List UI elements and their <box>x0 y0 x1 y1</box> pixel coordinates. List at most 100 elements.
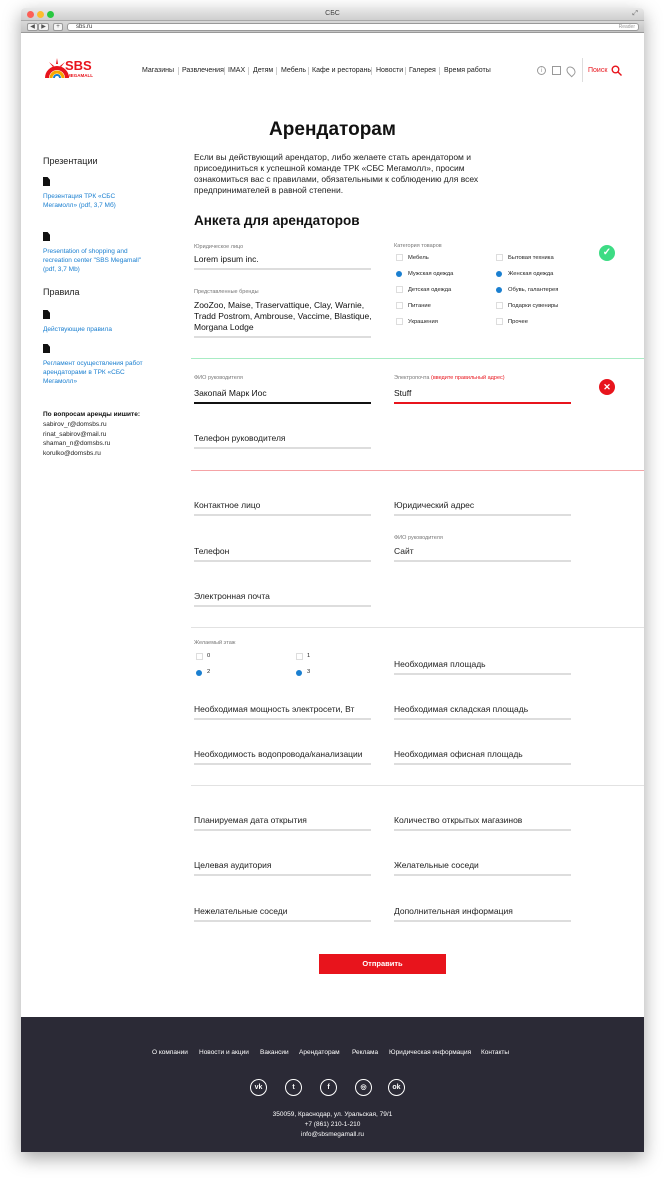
nav-item-imax[interactable]: IMAX <box>228 67 245 74</box>
director-input[interactable]: Закопай Марк Иос <box>194 388 267 399</box>
nav-item-hours[interactable]: Время работы <box>444 67 491 74</box>
rules-heading: Правила <box>43 287 80 297</box>
category-label: Обувь, галантерея <box>508 287 559 293</box>
footer-link-about[interactable]: О компании <box>152 1049 188 1056</box>
contact-person-input[interactable]: Контактное лицо <box>194 500 260 510</box>
nav-item-cafes[interactable]: Кафе и рестораны <box>312 67 372 74</box>
footer: О компании Новости и акции Вакансии Арен… <box>21 1017 644 1152</box>
water-input[interactable]: Необходимость водопровода/канализации <box>194 749 363 759</box>
category-checkbox-checked[interactable] <box>396 271 402 277</box>
presentation-link-ru[interactable]: Презентация ТРК «СБС Мегамолл» (pdf, 3,7… <box>43 192 138 210</box>
browser-toolbar: ◀ ▶ + sbs.ru Reader <box>21 21 644 33</box>
site-input[interactable]: Сайт <box>394 546 414 556</box>
category-checkbox[interactable] <box>396 302 403 309</box>
floor-option-label: 2 <box>207 669 211 675</box>
category-checkbox[interactable] <box>496 318 503 325</box>
category-checkbox[interactable] <box>396 318 403 325</box>
category-checkbox[interactable] <box>396 254 403 261</box>
form-title: Анкета для арендаторов <box>194 213 360 228</box>
document-icon <box>43 344 50 353</box>
instagram-icon[interactable]: ◎ <box>355 1079 372 1096</box>
email-link[interactable]: shaman_n@domsbs.ru <box>43 439 110 449</box>
storage-area-input[interactable]: Необходимая складская площадь <box>394 704 528 714</box>
additional-info-input[interactable]: Дополнительная информация <box>394 906 513 916</box>
phone-input[interactable]: Телефон <box>194 546 229 556</box>
area-input[interactable]: Необходимая площадь <box>394 659 486 669</box>
open-date-input[interactable]: Планируемая дата открытия <box>194 815 307 825</box>
reader-button[interactable]: Reader <box>619 24 635 31</box>
document-icon <box>43 232 50 241</box>
nav-item-kids[interactable]: Детям <box>253 67 273 74</box>
map-pin-icon[interactable] <box>564 64 578 78</box>
footer-email[interactable]: info@sbsmegamall.ru <box>21 1131 644 1138</box>
footer-link-contacts[interactable]: Контакты <box>481 1049 509 1056</box>
new-tab-button[interactable]: + <box>53 23 63 31</box>
email-input[interactable]: Stuff <box>394 388 411 399</box>
floor-checkbox[interactable] <box>196 653 203 660</box>
category-checkbox[interactable] <box>396 286 403 293</box>
nav-item-shops[interactable]: Магазины <box>142 67 174 74</box>
footer-link-legal[interactable]: Юридическая информация <box>389 1049 471 1056</box>
legal-entity-input[interactable]: Lorem ipsum inc. <box>194 254 259 265</box>
email-error-message: (введите правильный адрес) <box>430 375 505 381</box>
regulations-link[interactable]: Регламент осуществления работ арендатора… <box>43 359 148 386</box>
page-title: Арендаторам <box>269 119 396 140</box>
footer-link-tenants[interactable]: Арендаторам <box>299 1049 340 1056</box>
page-content: SBS MEGAMALL Магазины Развлечения IMAX Д… <box>21 34 644 1152</box>
footer-link-news[interactable]: Новости и акции <box>199 1049 249 1056</box>
presentations-heading: Презентации <box>43 156 98 166</box>
browser-window: СБС ⤢ ◀ ▶ + sbs.ru Reader SBS MEGAMALL М… <box>21 8 644 1152</box>
footer-link-ads[interactable]: Реклама <box>352 1049 378 1056</box>
presentation-link-en[interactable]: Presentation of shopping and recreation … <box>43 247 148 274</box>
category-checkbox-checked[interactable] <box>496 287 502 293</box>
odnoklassniki-icon[interactable]: ok <box>388 1079 405 1096</box>
search-icon[interactable] <box>611 65 622 76</box>
footer-phone[interactable]: +7 (861) 210-1-210 <box>21 1121 644 1128</box>
footer-link-vacancies[interactable]: Вакансии <box>260 1049 289 1056</box>
category-label: Подарки сувениры <box>508 303 559 309</box>
director-phone-input[interactable]: Телефон руководителя <box>194 433 286 443</box>
email-link[interactable]: rinat_sabirov@mail.ru <box>43 430 110 440</box>
email-link[interactable]: sabirov_r@domsbs.ru <box>43 420 110 430</box>
logo-subtext: MEGAMALL <box>67 73 93 78</box>
power-input[interactable]: Необходимая мощность электросети, Вт <box>194 704 354 714</box>
fullscreen-icon[interactable]: ⤢ <box>632 10 638 18</box>
category-checkbox-checked[interactable] <box>496 271 502 277</box>
wanted-neighbors-input[interactable]: Желательные соседи <box>394 860 479 870</box>
floor-checkbox[interactable] <box>296 653 303 660</box>
gallery-icon[interactable] <box>552 66 561 75</box>
email-link[interactable]: korulko@domsbs.ru <box>43 449 110 459</box>
floor-option-label: 0 <box>207 653 211 659</box>
nav-item-entertainment[interactable]: Развлечения <box>182 67 224 74</box>
category-checkbox[interactable] <box>496 302 503 309</box>
stores-count-input[interactable]: Количество открытых магазинов <box>394 815 522 825</box>
site-logo[interactable]: SBS MEGAMALL <box>45 52 105 82</box>
submit-button[interactable]: Отправить <box>319 954 446 974</box>
forward-button[interactable]: ▶ <box>38 23 49 31</box>
legal-address-input[interactable]: Юридический адрес <box>394 500 474 510</box>
floor-checkbox-checked[interactable] <box>196 670 202 676</box>
site-label: ФИО руководителя <box>394 535 443 541</box>
brands-input[interactable]: ZooZoo, Maise, Traservattique, Clay, War… <box>194 300 374 333</box>
back-button[interactable]: ◀ <box>27 23 38 31</box>
audience-input[interactable]: Целевая аудитория <box>194 860 271 870</box>
unwanted-neighbors-input[interactable]: Нежелательные соседи <box>194 906 288 916</box>
logo-text: SBS <box>65 58 92 73</box>
vk-icon[interactable]: vk <box>250 1079 267 1096</box>
category-checkbox[interactable] <box>496 254 503 261</box>
nav-item-news[interactable]: Новости <box>376 67 403 74</box>
nav-item-gallery[interactable]: Галерея <box>409 67 436 74</box>
floor-option-label: 3 <box>307 669 311 675</box>
facebook-icon[interactable]: f <box>320 1079 337 1096</box>
search-label[interactable]: Поиск <box>588 67 607 74</box>
address-bar[interactable]: sbs.ru Reader <box>67 23 639 31</box>
info-icon[interactable]: i <box>537 66 546 75</box>
twitter-icon[interactable]: t <box>285 1079 302 1096</box>
office-area-input[interactable]: Необходимая офисная площадь <box>394 749 523 759</box>
email-address-input[interactable]: Электронная почта <box>194 591 270 601</box>
document-icon <box>43 177 50 186</box>
category-label: Бытовая техника <box>508 255 554 261</box>
nav-item-furniture[interactable]: Мебель <box>281 67 306 74</box>
rules-link[interactable]: Действующие правила <box>43 325 148 334</box>
floor-checkbox-checked[interactable] <box>296 670 302 676</box>
